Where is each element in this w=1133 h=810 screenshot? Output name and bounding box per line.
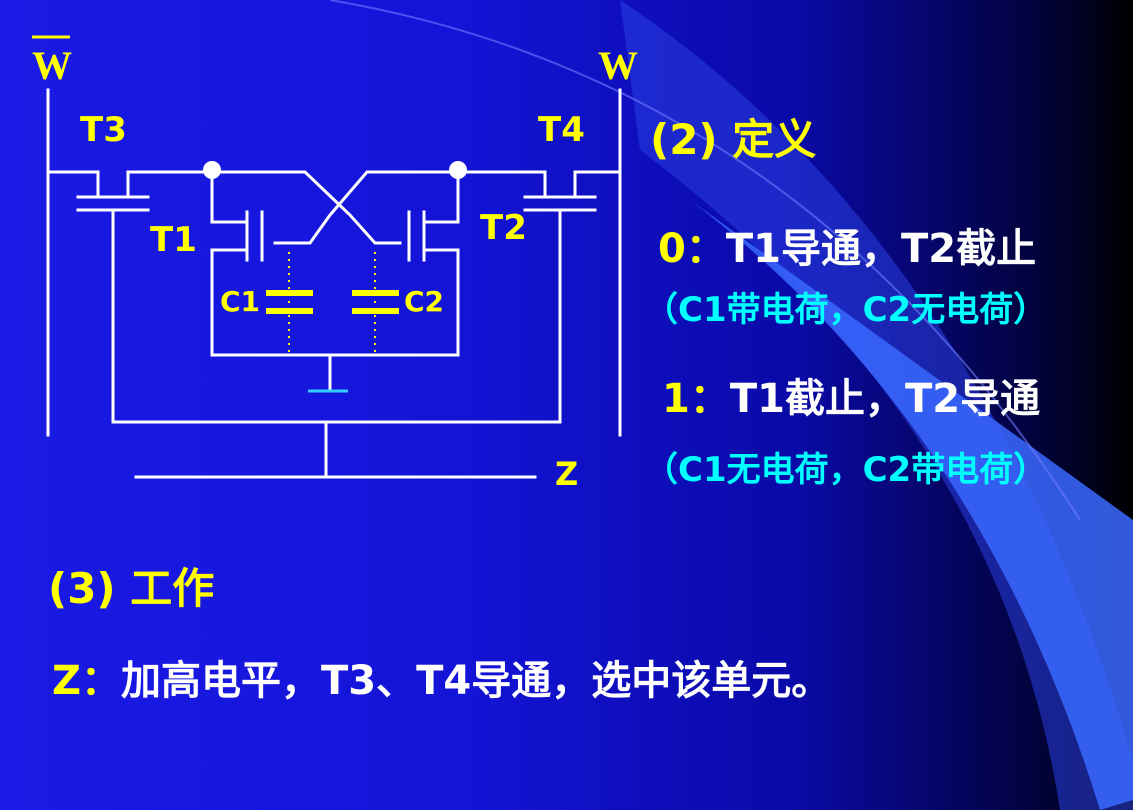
definition-heading: (2) 定义 [650,115,817,164]
state1-text: T1截止，T2导通 [729,376,1041,422]
slide: W W T3 T4 T1 T2 C1 C2 Z (2) 定义 0：T1导通，T2… [0,0,1133,810]
state1-key: 1： [662,376,730,422]
t4-transistor [456,170,622,212]
left-node-dot [203,161,221,179]
state0-note: （C1带电荷，C2无电荷） [644,290,1048,330]
z-label: Z [555,455,579,493]
state1-line: 1：T1截止，T2导通 [662,366,1040,424]
c1-capacitor [266,252,313,352]
work-heading: (3) 工作 [48,564,215,613]
t1-transistor [210,170,264,357]
t1-label: T1 [150,220,197,260]
c2-label: C2 [404,285,445,318]
right-node-dot [449,161,467,179]
cross-wire-left [210,170,402,245]
state0-key: 0： [658,226,726,272]
state0-text: T1导通，T2截止 [725,226,1037,272]
work-key: Z： [52,658,122,704]
work-line: Z：加高电平，T3、T4导通，选中该单元。 [52,648,831,706]
t3-label: T3 [80,110,127,150]
state0-line: 0：T1导通，T2截止 [658,216,1036,274]
t4-label: T4 [538,110,585,150]
c2-capacitor [352,252,399,352]
state1-note: （C1无电荷，C2带电荷） [644,450,1048,490]
t2-label: T2 [480,208,527,248]
work-text: 加高电平，T3、T4导通，选中该单元。 [121,658,832,704]
wbar-label: W [32,43,72,88]
c1-label: C1 [220,285,261,318]
t2-transistor [407,170,460,357]
w-label: W [598,43,638,88]
t3-transistor [46,170,214,212]
